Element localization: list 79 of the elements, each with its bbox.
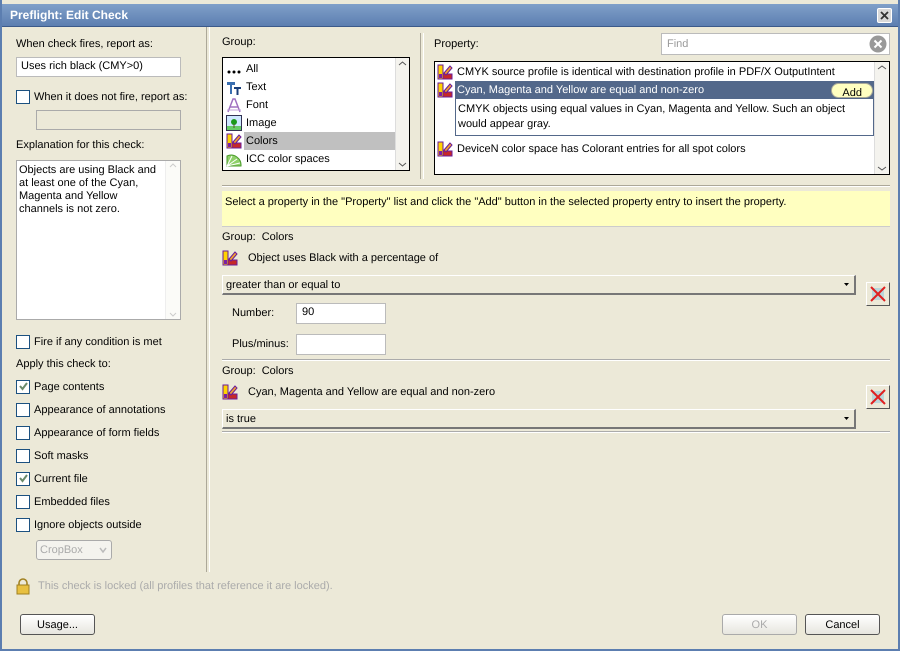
property-list-item[interactable]: CMYK source profile is identical with destination profile in PDF/X OutputIntent: [435, 63, 874, 81]
checkbox-label: When it does not fire, report as:: [34, 90, 188, 102]
scrollbar[interactable]: [874, 62, 889, 174]
property-list-item[interactable]: DeviceN color space has Colorant entries for all spot colors: [435, 140, 874, 158]
image-icon: [226, 115, 242, 131]
padlock-icon: [16, 578, 30, 594]
checkbox-label: Appearance of form fields: [34, 426, 160, 438]
group-list-item[interactable]: ICC color spaces: [223, 150, 395, 168]
color-swatch-icon: [437, 141, 453, 157]
scrollbar[interactable]: [395, 58, 409, 170]
delete-icon: [869, 388, 887, 406]
section-label: Property:: [434, 38, 479, 50]
property-description: CMYK objects using equal values in Cyan, Magenta and Yellow. Such an object would appear gray.: [455, 99, 874, 136]
group-list-item[interactable]: Font: [223, 96, 395, 114]
checkbox-label: Ignore objects outside: [34, 518, 142, 530]
checkbox-label: Soft masks: [34, 450, 88, 462]
color-swatch-icon: [226, 133, 242, 149]
checkbox[interactable]: [16, 426, 30, 440]
add-button[interactable]: Add: [831, 82, 873, 98]
delete-button[interactable]: [866, 282, 890, 306]
scrollbar[interactable]: [165, 161, 180, 319]
group-list-item[interactable]: Image: [223, 114, 395, 132]
clear-icon: [869, 35, 887, 53]
checkmark-icon: [18, 381, 28, 392]
cancel-button[interactable]: Cancel: [805, 614, 880, 635]
checkbox[interactable]: [16, 472, 30, 486]
checkbox-label: Page contents: [34, 380, 104, 392]
dropdown-arrow-icon: [843, 416, 850, 421]
color-swatch-icon: [222, 384, 238, 400]
group-list-item[interactable]: All: [223, 60, 395, 78]
field-label: When check fires, report as:: [16, 37, 154, 52]
checkbox[interactable]: [16, 402, 30, 416]
window-title: Preflight: Edit Check: [10, 8, 128, 22]
close-icon: [879, 10, 890, 20]
checkbox-label: Appearance of annotations: [34, 404, 166, 416]
report-field[interactable]: Uses rich black (CMY>0): [16, 57, 181, 77]
property-name: Cyan, Magenta and Yellow are equal and non-zero: [248, 386, 496, 398]
group-list[interactable]: All Text Font Image Colors ICC color spaces: [222, 57, 410, 171]
chevron-icon: [98, 545, 108, 555]
property-list[interactable]: [434, 61, 890, 175]
field-label: Explanation for this check:: [16, 138, 146, 153]
operator-dropdown[interactable]: is true: [222, 409, 856, 429]
search-field[interactable]: Find: [661, 33, 890, 55]
explanation-field[interactable]: Objects are using Black and at least one of the Cyan, Magenta and Yellow channels is not zero.: [16, 160, 181, 320]
checkbox-label: Current file: [34, 472, 88, 484]
field-label: Number:: [232, 307, 276, 319]
value-field[interactable]: 90: [296, 302, 386, 324]
group-label: Group: Colors: [222, 231, 295, 245]
close-button[interactable]: [877, 8, 892, 22]
group-list-item[interactable]: Text: [223, 78, 395, 96]
operator-dropdown[interactable]: greater than or equal to: [222, 275, 856, 295]
font-icon: [226, 97, 242, 113]
checkbox-label: Embedded files: [34, 496, 110, 508]
delete-button[interactable]: [866, 385, 890, 409]
delete-icon: [869, 285, 887, 303]
checkbox[interactable]: [16, 90, 30, 104]
dots-icon: [227, 70, 241, 74]
checkmark-icon: [18, 473, 28, 484]
color-swatch-icon: [437, 64, 453, 80]
section-label: Apply this check to:: [16, 357, 112, 372]
checkbox-label: Fire if any condition is met: [34, 336, 162, 348]
field-label: Plus/minus:: [232, 338, 290, 350]
usage-button[interactable]: Usage...: [20, 614, 95, 635]
color-swatch-icon: [437, 82, 453, 98]
checkbox[interactable]: [16, 518, 30, 532]
color-swatch-icon: [222, 250, 238, 266]
checkbox[interactable]: [16, 334, 30, 348]
lock-message: This check is locked (all profiles that reference it are locked).: [38, 580, 333, 592]
checkbox[interactable]: [16, 448, 30, 462]
group-label: Group: Colors: [222, 365, 295, 379]
section-label: Group:: [222, 35, 257, 50]
dropdown-arrow-icon: [843, 282, 850, 287]
checkbox[interactable]: [16, 380, 30, 394]
text-icon: [226, 79, 242, 95]
report-field[interactable]: [36, 110, 181, 130]
value-field[interactable]: [296, 334, 386, 354]
hint-text: Select a property in the "Property" list and click the "Add" button in the selected property entry to insert the property.: [222, 191, 890, 227]
property-name: Object uses Black with a percentage of: [248, 252, 438, 264]
checkbox[interactable]: [16, 494, 30, 508]
